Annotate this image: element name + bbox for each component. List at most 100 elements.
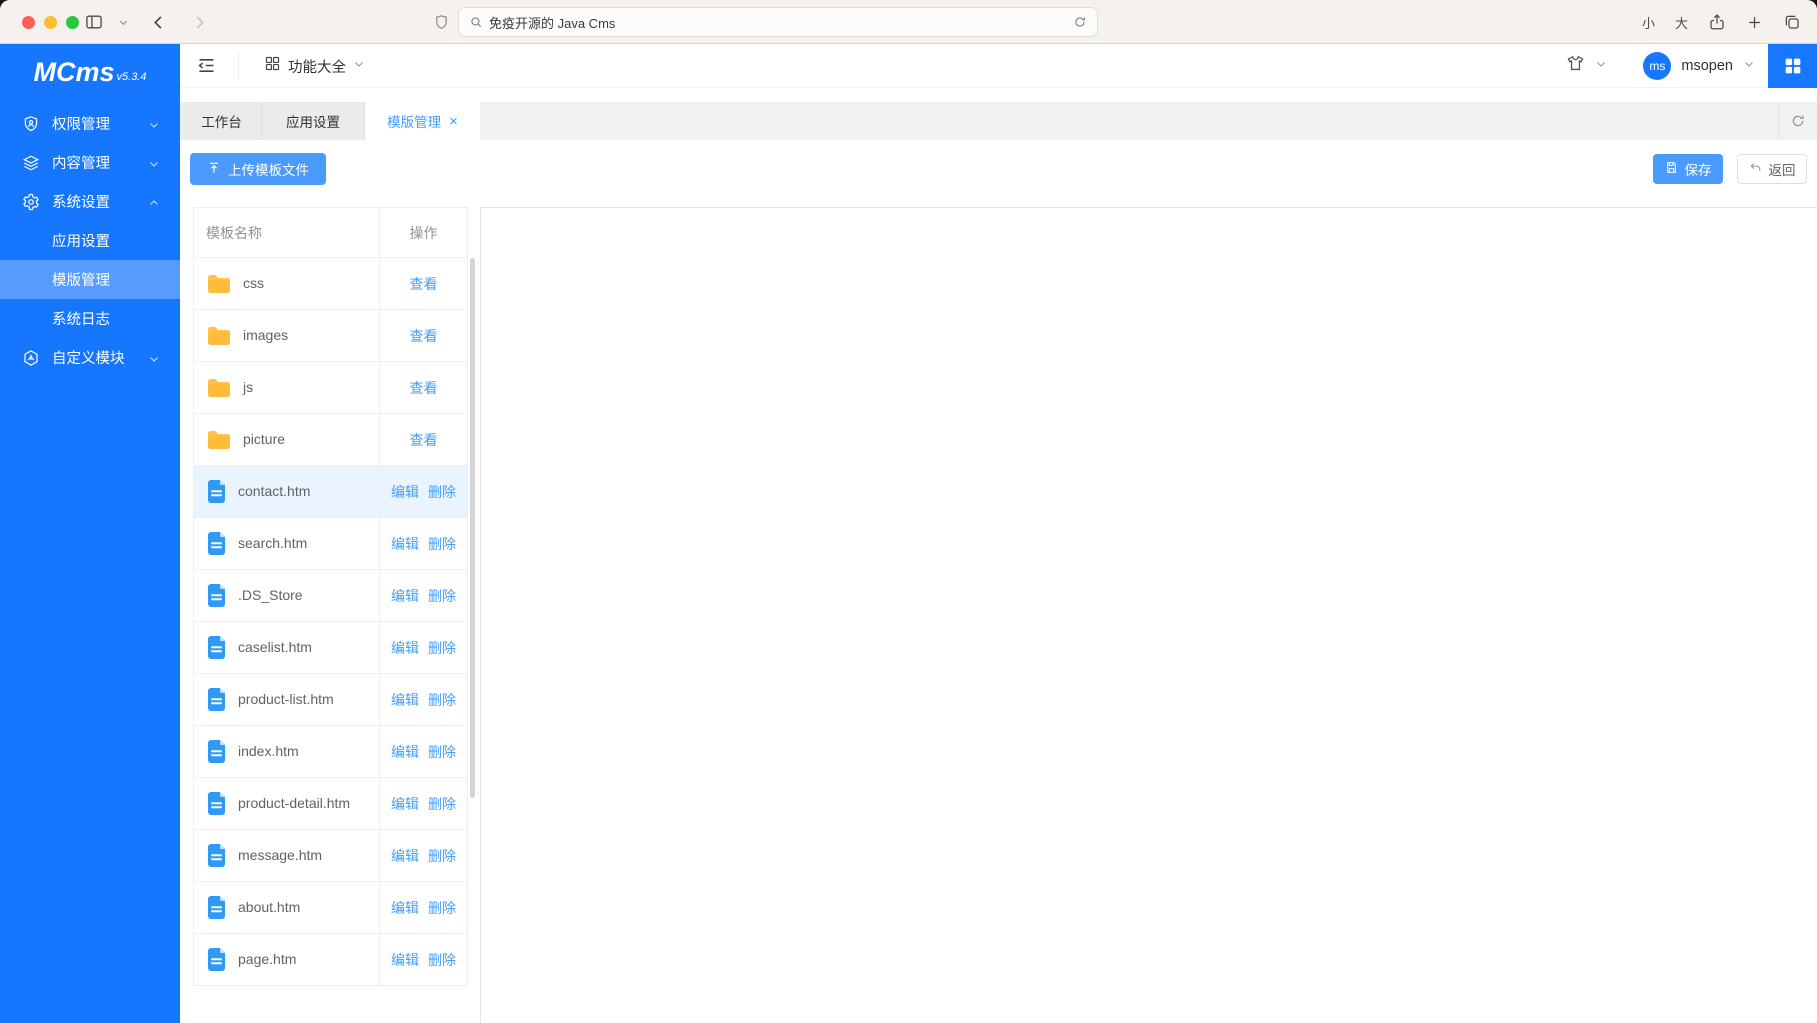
file-name-cell: search.htm xyxy=(194,518,380,569)
action-link[interactable]: 编辑 xyxy=(391,690,419,710)
action-link[interactable]: 删除 xyxy=(428,586,456,606)
file-actions-cell: 查看 xyxy=(380,310,467,361)
action-link[interactable]: 删除 xyxy=(428,794,456,814)
table-row[interactable]: search.htm 编辑删除 xyxy=(194,518,467,570)
action-link[interactable]: 编辑 xyxy=(391,846,419,866)
file-icon xyxy=(206,583,227,608)
action-link[interactable]: 查看 xyxy=(410,326,438,346)
save-button[interactable]: 保存 xyxy=(1653,154,1723,184)
action-link[interactable]: 删除 xyxy=(428,898,456,918)
action-link[interactable]: 编辑 xyxy=(391,586,419,606)
file-icon xyxy=(206,791,227,816)
new-tab-icon[interactable] xyxy=(1746,14,1763,31)
browser-chrome: 免疫开源的 Java Cms 小 大 xyxy=(0,0,1817,44)
address-bar[interactable]: 免疫开源的 Java Cms xyxy=(458,7,1098,37)
menu-fold-icon[interactable] xyxy=(196,55,217,81)
table-row[interactable]: js查看 xyxy=(194,362,467,414)
file-icon xyxy=(206,531,227,556)
share-icon[interactable] xyxy=(1708,12,1726,32)
file-name-cell: message.htm xyxy=(194,830,380,881)
table-row[interactable]: product-detail.htm编辑删除 xyxy=(194,778,467,830)
action-link[interactable]: 查看 xyxy=(410,274,438,294)
upload-template-button[interactable]: 上传模板文件 xyxy=(190,153,326,185)
action-link[interactable]: 编辑 xyxy=(391,534,419,554)
forward-button[interactable] xyxy=(190,13,209,32)
action-link[interactable]: 删除 xyxy=(428,846,456,866)
sidebar-chevron-icon[interactable] xyxy=(118,17,129,28)
sidebar-item-permission[interactable]: 权限管理 xyxy=(0,104,180,143)
table-row[interactable]: contact.htm编辑删除 xyxy=(194,466,467,518)
minimize-window-button[interactable] xyxy=(44,16,57,29)
action-link[interactable]: 删除 xyxy=(428,950,456,970)
file-icon xyxy=(206,947,227,972)
table-row[interactable]: .DS_Store编辑删除 xyxy=(194,570,467,622)
file-name: search.htm xyxy=(238,534,307,554)
tab-overview-icon[interactable] xyxy=(1783,13,1801,31)
action-link[interactable]: 编辑 xyxy=(391,638,419,658)
file-name: picture xyxy=(243,430,285,450)
logo-version: v5.3.4 xyxy=(117,71,147,83)
action-link[interactable]: 查看 xyxy=(410,378,438,398)
chevron-down-icon[interactable] xyxy=(1595,57,1607,75)
topbar: 功能大全 ms msopen xyxy=(180,44,1817,88)
table-row[interactable]: about.htm编辑删除 xyxy=(194,882,467,934)
table-row[interactable]: product-list.htm编辑删除 xyxy=(194,674,467,726)
file-icon xyxy=(206,479,227,504)
address-text: 免疫开源的 Java Cms xyxy=(489,13,1067,32)
table-row[interactable]: picture 查看 xyxy=(194,414,467,466)
privacy-shield-icon[interactable] xyxy=(433,12,450,32)
sidebar-toggle-icon[interactable] xyxy=(84,12,104,32)
apps-grid-button[interactable] xyxy=(1768,44,1817,88)
action-link[interactable]: 删除 xyxy=(428,690,456,710)
reload-icon[interactable] xyxy=(1073,15,1087,29)
file-actions-cell: 查看 xyxy=(380,258,467,309)
app-logo[interactable]: MCms v5.3.4 xyxy=(0,44,180,100)
table-row[interactable]: page.htm编辑删除 xyxy=(194,934,467,986)
back-button[interactable]: 返回 xyxy=(1737,154,1807,184)
sidebar-item-label: 自定义模块 xyxy=(52,347,148,368)
tab-workbench[interactable]: 工作台 xyxy=(182,102,262,140)
sidebar-item-content[interactable]: 内容管理 xyxy=(0,143,180,182)
feature-nav[interactable]: 功能大全 xyxy=(264,44,365,88)
action-link[interactable]: 删除 xyxy=(428,482,456,502)
file-list-scrollbar[interactable] xyxy=(470,258,475,798)
refresh-tab-button[interactable] xyxy=(1778,102,1817,140)
action-link[interactable]: 删除 xyxy=(428,638,456,658)
sidebar-item-custom-module[interactable]: 自定义模块 xyxy=(0,338,180,377)
chevron-down-icon[interactable] xyxy=(1743,57,1755,75)
zoom-window-button[interactable] xyxy=(66,16,79,29)
table-row[interactable]: message.htm 编辑删除 xyxy=(194,830,467,882)
action-link[interactable]: 编辑 xyxy=(391,794,419,814)
action-link[interactable]: 删除 xyxy=(428,534,456,554)
tab-close-icon[interactable]: × xyxy=(449,114,458,129)
tab-template-manage[interactable]: 模版管理× xyxy=(365,102,480,140)
text-larger-button[interactable]: 大 xyxy=(1675,13,1688,32)
table-row[interactable]: css查看 xyxy=(194,258,467,310)
tab-app-settings[interactable]: 应用设置 xyxy=(262,102,365,140)
code-editor[interactable] xyxy=(480,207,1817,1023)
file-icon xyxy=(206,843,227,868)
upload-label: 上传模板文件 xyxy=(228,159,309,179)
file-name-cell: picture xyxy=(194,414,380,465)
theme-skin-icon[interactable] xyxy=(1566,54,1585,78)
action-link[interactable]: 编辑 xyxy=(391,950,419,970)
sidebar-subitem-template-manage[interactable]: 模版管理 xyxy=(0,260,180,299)
sidebar-subitem-app-settings[interactable]: 应用设置 xyxy=(0,221,180,260)
close-window-button[interactable] xyxy=(22,16,35,29)
action-link[interactable]: 编辑 xyxy=(391,898,419,918)
action-link[interactable]: 编辑 xyxy=(391,482,419,502)
upload-icon xyxy=(207,161,221,178)
username[interactable]: msopen xyxy=(1681,58,1733,74)
back-button[interactable] xyxy=(149,13,168,32)
sidebar-subitem-system-log[interactable]: 系统日志 xyxy=(0,299,180,338)
action-link[interactable]: 编辑 xyxy=(391,742,419,762)
action-link[interactable]: 删除 xyxy=(428,742,456,762)
table-row[interactable]: caselist.htm编辑删除 xyxy=(194,622,467,674)
table-row[interactable]: index.htm编辑删除 xyxy=(194,726,467,778)
action-link[interactable]: 查看 xyxy=(410,430,438,450)
table-row[interactable]: images查看 xyxy=(194,310,467,362)
text-smaller-button[interactable]: 小 xyxy=(1642,13,1655,32)
sidebar-item-system[interactable]: 系统设置 xyxy=(0,182,180,221)
file-actions-cell: 编辑删除 xyxy=(380,882,467,933)
avatar[interactable]: ms xyxy=(1643,52,1671,80)
